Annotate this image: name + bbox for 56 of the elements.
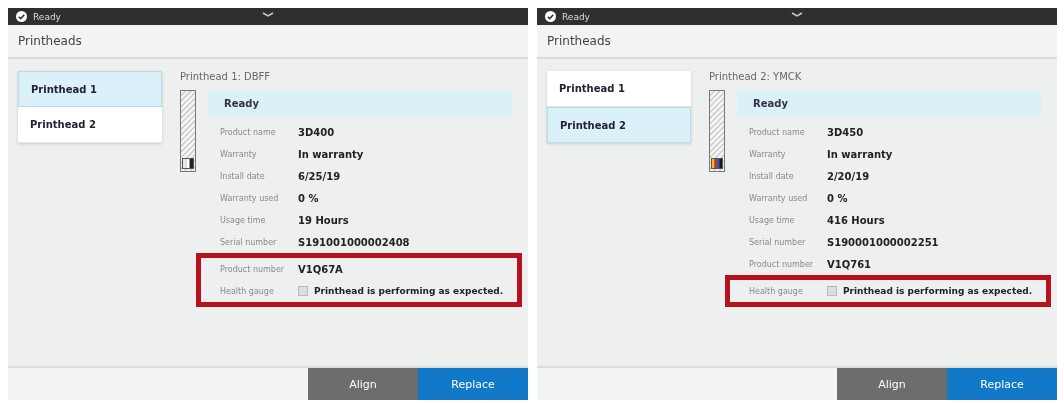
field-value: 19 Hours (298, 214, 349, 226)
field-value: 2/20/19 (827, 170, 870, 182)
page-title: Printheads (547, 34, 611, 48)
field-label: Serial number (220, 237, 278, 247)
printhead-icon (180, 90, 196, 172)
field-label: Warranty used (220, 193, 280, 203)
field-label: Warranty (220, 149, 258, 159)
field-label: Product number (749, 259, 815, 269)
checkbox[interactable] (827, 286, 837, 296)
chevron-icon[interactable] (791, 12, 803, 18)
field-label: Health gauge (220, 286, 275, 296)
field-value: S191001000002408 (298, 236, 410, 248)
align-button[interactable]: Align (837, 368, 947, 400)
field-label: Product name (749, 127, 806, 137)
status-text: Ready (562, 11, 590, 22)
status-banner: Ready (208, 90, 512, 117)
health-text: Printhead is performing as expected. (843, 286, 1033, 296)
field-value: 416 Hours (827, 214, 885, 226)
status-text: Ready (33, 11, 61, 22)
field-label: Product name (220, 127, 277, 137)
health-text: Printhead is performing as expected. (314, 286, 504, 296)
replace-button[interactable]: Replace (947, 368, 1057, 400)
field-label: Health gauge (749, 286, 804, 296)
field-value: 0 % (298, 192, 319, 204)
field-label: Install date (749, 171, 795, 181)
field-label: Product number (220, 264, 286, 274)
printhead-tab[interactable]: Printhead 1 (18, 71, 162, 107)
field-value: 3D450 (827, 126, 864, 138)
replace-button[interactable]: Replace (418, 368, 528, 400)
printhead-icon (709, 90, 725, 172)
printhead-tab[interactable]: Printhead 2 (547, 107, 691, 143)
field-value: V1Q761 (827, 258, 872, 270)
chevron-icon[interactable] (262, 12, 274, 18)
field-value: In warranty (827, 148, 893, 160)
field-label: Install date (220, 171, 266, 181)
printhead-heading: Printhead 2: YMCK (709, 71, 803, 82)
field-label: Usage time (220, 215, 267, 225)
field-value: 3D400 (298, 126, 335, 138)
printhead-tab[interactable]: Printhead 1 (547, 71, 691, 107)
field-value: S190001000002251 (827, 236, 939, 248)
page-title: Printheads (18, 34, 82, 48)
align-button[interactable]: Align (308, 368, 418, 400)
check-icon (545, 11, 556, 22)
printhead-tab[interactable]: Printhead 2 (18, 107, 162, 143)
field-value: V1Q67A (298, 263, 343, 275)
field-value: 6/25/19 (298, 170, 341, 182)
checkbox[interactable] (298, 286, 308, 296)
field-label: Usage time (749, 215, 796, 225)
field-value: 0 % (827, 192, 848, 204)
field-label: Serial number (749, 237, 807, 247)
field-label: Warranty (749, 149, 787, 159)
field-label: Warranty used (749, 193, 809, 203)
status-banner: Ready (737, 90, 1041, 117)
printhead-heading: Printhead 1: DBFF (180, 71, 272, 82)
field-value: In warranty (298, 148, 364, 160)
check-icon (16, 11, 27, 22)
